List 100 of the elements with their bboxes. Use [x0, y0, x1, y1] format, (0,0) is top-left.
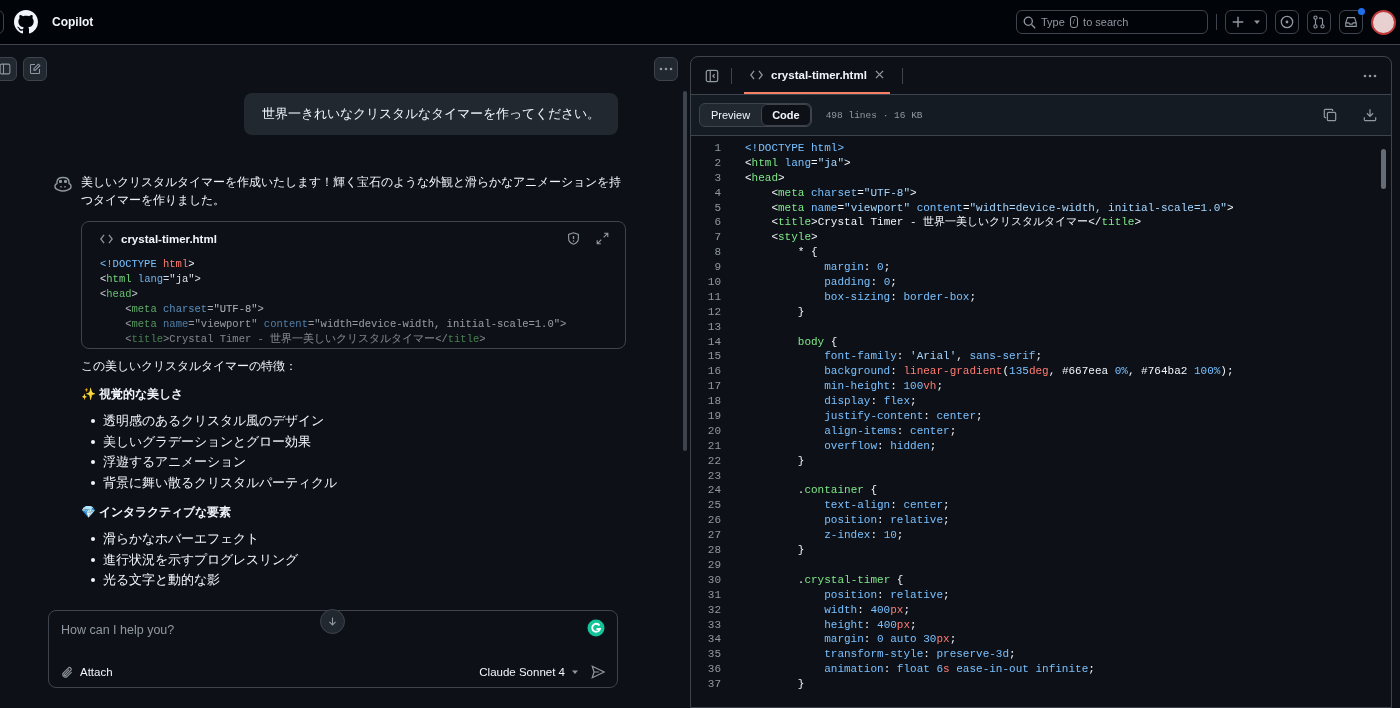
code-line: transform-style: preserve-3d;	[823, 647, 1016, 663]
code-line: height: 400px;	[823, 617, 917, 633]
code-line: }	[796, 677, 805, 692]
ellipsis-icon[interactable]	[1363, 73, 1377, 78]
search-field[interactable]: Type / to search	[1016, 10, 1208, 34]
pull-request-icon	[1312, 15, 1326, 29]
code-line: <!DOCTYPE html>	[100, 257, 196, 272]
copilot-icon	[54, 176, 72, 192]
code-line: <meta charset="UTF-8">	[770, 185, 917, 201]
code-line: padding: 0;	[823, 275, 897, 290]
attach-button[interactable]: Attach	[61, 665, 113, 679]
caret-icon	[571, 668, 579, 676]
line-number: 11	[706, 289, 721, 305]
code-line: position: relative;	[823, 587, 950, 603]
ellipsis-icon	[659, 67, 673, 71]
view-tab[interactable]: Code	[761, 104, 811, 126]
line-number: 27	[706, 528, 721, 544]
file-tab-label: crystal-timer.html	[771, 68, 867, 81]
code-line: box-sizing: border-box;	[823, 289, 977, 305]
line-number: 23	[706, 468, 721, 484]
line-number: 4	[713, 185, 721, 201]
line-number: 7	[713, 230, 721, 246]
code-line: }	[796, 543, 805, 558]
assistant-message: 美しいクリスタルタイマーを作成いたします！輝く宝石のような外観と滑らかなアニメーションを持つタイマーを作りました。	[81, 174, 622, 209]
line-number: 24	[706, 483, 721, 499]
line-number: 21	[706, 438, 721, 454]
code-line: text-align: center;	[823, 498, 950, 514]
line-number: 31	[706, 587, 721, 603]
send-icon[interactable]	[591, 665, 605, 679]
code-line: align-items: center;	[823, 423, 957, 439]
sidebar-icon[interactable]	[705, 68, 719, 83]
code-line: justify-content: center;	[823, 409, 983, 424]
shortcut-key: /	[1069, 16, 1079, 28]
line-number: 14	[706, 334, 721, 350]
line-number: 10	[706, 275, 721, 290]
line-number: 19	[706, 409, 721, 424]
line-number: 20	[706, 423, 721, 439]
more-options-button[interactable]	[654, 57, 678, 81]
download-icon[interactable]	[1363, 108, 1377, 122]
list-item: 浮遊するアニメーション	[91, 452, 626, 473]
scrollbar-thumb[interactable]	[1381, 149, 1386, 189]
code-icon	[750, 69, 763, 80]
page-title[interactable]: Copilot	[52, 15, 94, 29]
list-item: 光る文字と動的な影	[91, 570, 626, 591]
code-line: }	[796, 453, 805, 469]
code-line: <!DOCTYPE html>	[745, 141, 845, 156]
octocat-logo-icon[interactable]	[14, 10, 38, 34]
close-icon[interactable]	[874, 70, 884, 79]
code-line: <head>	[745, 170, 785, 186]
line-number: 16	[706, 364, 721, 380]
sidebar-toggle-button[interactable]	[0, 57, 17, 81]
grammar-assistant-icon[interactable]	[587, 619, 605, 637]
line-number: 8	[713, 245, 721, 261]
paperclip-icon	[61, 665, 74, 679]
line-number: 9	[713, 260, 721, 275]
line-number: 12	[706, 304, 721, 320]
scrollbar[interactable]	[683, 91, 687, 451]
code-line: <meta charset="UTF-8">	[124, 302, 265, 317]
line-number: 29	[706, 557, 721, 573]
line-number: 13	[706, 319, 721, 335]
code-line: body {	[796, 334, 838, 350]
view-tab[interactable]: Preview	[700, 104, 762, 126]
code-icon	[100, 233, 113, 244]
line-number: 36	[706, 662, 721, 678]
model-picker[interactable]: Claude Sonnet 4	[479, 666, 579, 678]
list-item: 滑らかなホバーエフェクト	[91, 529, 626, 550]
line-number: 30	[706, 572, 721, 588]
code-line: display: flex;	[823, 394, 917, 410]
user-avatar[interactable]	[1371, 9, 1396, 35]
inbox-button[interactable]	[1339, 10, 1363, 34]
search-icon	[1023, 15, 1036, 29]
code-line: min-height: 100vh;	[823, 379, 944, 395]
list-item: 背景に舞い散るクリスタルパーティクル	[91, 472, 626, 493]
code-line: <html lang="ja">	[745, 155, 851, 171]
code-preview-card[interactable]: crystal-timer.html <!DOCTYPE html> <html lang="ja"> <head> <meta charset="UTF-8"> <meta name="viewport" content="width=device-width, initial-scale=1.0"> <title>Crystal Timer - 世界一美しいクリスタルタイマー</title>	[81, 221, 626, 349]
code-line: width: 400px;	[823, 602, 911, 618]
new-chat-button[interactable]	[23, 57, 47, 81]
issues-button[interactable]	[1275, 10, 1299, 34]
line-number: 26	[706, 513, 721, 529]
section-heading: 💎 インタラクティブな要素	[81, 504, 233, 521]
create-new-button[interactable]	[1225, 10, 1267, 34]
line-number: 35	[706, 647, 721, 663]
list-item: 透明感のあるクリスタル風のデザイン	[91, 411, 626, 432]
code-line: overflow: hidden;	[823, 438, 937, 454]
arrow-down-icon	[327, 616, 338, 627]
code-line: <html lang="ja">	[100, 272, 202, 287]
copy-icon[interactable]	[1323, 108, 1337, 122]
line-number: 15	[706, 349, 721, 365]
inbox-icon	[1344, 15, 1358, 29]
code-line: z-index: 10;	[823, 528, 904, 544]
code-line: margin: 0;	[823, 260, 891, 275]
code-line: position: relative;	[823, 513, 950, 529]
chat-input[interactable]: How can I help you? Attach Claude Sonnet 4	[48, 610, 618, 688]
code-line: * {	[796, 245, 818, 261]
line-number: 18	[706, 394, 721, 410]
line-number: 3	[713, 170, 721, 186]
shield-icon[interactable]	[567, 232, 580, 245]
code-line: <style>	[770, 230, 818, 246]
expand-icon[interactable]	[596, 232, 609, 245]
pull-requests-button[interactable]	[1307, 10, 1331, 34]
